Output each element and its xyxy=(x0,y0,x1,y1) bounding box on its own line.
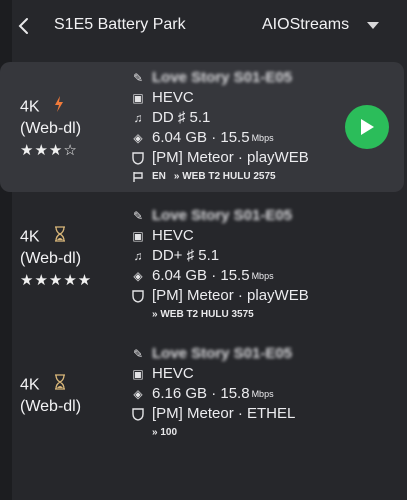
provider: [PM] Meteor · playWEB xyxy=(152,287,309,304)
chevron-down-icon[interactable] xyxy=(366,20,380,32)
shield-icon xyxy=(130,151,146,165)
stream-details: ✎ Love Story S01-E05 ▣ HEVC ♫ DD ♯ 5.1 ◈… xyxy=(130,68,340,186)
header: S1E5 Battery Park AIOStreams xyxy=(0,0,407,56)
codec: HEVC xyxy=(152,89,194,106)
stream-item[interactable]: 4K (Web-dl) ✎ Love Story S01-E05 ▣ HEVC … xyxy=(0,338,404,448)
stream-details: ✎ Love Story S01-E05 ▣ HEVC ◈ 6.16 GB · … xyxy=(130,344,340,442)
audio: DD ♯ 5.1 xyxy=(152,109,211,126)
filename: Love Story S01-E05 xyxy=(152,207,293,224)
chevron-left-icon xyxy=(18,18,28,34)
music-icon: ♫ xyxy=(133,111,143,125)
provider: [PM] Meteor · playWEB xyxy=(152,149,309,166)
size-icon: ◈ xyxy=(133,269,143,283)
rating-stars: ★★★☆ xyxy=(20,142,78,159)
hourglass-icon xyxy=(54,226,66,249)
audio: DD+ ♯ 5.1 xyxy=(152,247,220,264)
play-icon xyxy=(361,119,374,135)
stream-quality: 4K (Web-dl) xyxy=(20,374,110,418)
pencil-icon: ✎ xyxy=(132,71,144,85)
filename: Love Story S01-E05 xyxy=(152,69,293,86)
stream-item[interactable]: 4K (Web-dl) ★★★☆ ✎ Love Story S01-E05 ▣ … xyxy=(0,62,404,192)
size-icon: ◈ xyxy=(133,387,143,401)
resolution-label: 4K xyxy=(20,376,40,394)
language-tag: EN xyxy=(152,171,166,182)
bitrate-unit: Mbps xyxy=(251,271,274,281)
release-tags: » WEB T2 HULU 3575 xyxy=(152,309,254,320)
provider: [PM] Meteor · ETHEL xyxy=(152,405,296,422)
resolution-label: 4K xyxy=(20,98,40,116)
codec: HEVC xyxy=(152,227,194,244)
size-bitrate: 6.16 GB · 15.8 xyxy=(152,385,250,402)
film-icon: ▣ xyxy=(132,367,144,381)
source-label: (Web-dl) xyxy=(20,250,82,267)
size-bitrate: 6.04 GB · 15.5 xyxy=(152,267,250,284)
stream-quality: 4K (Web-dl) ★★★★★ xyxy=(20,226,110,292)
film-icon: ▣ xyxy=(132,229,144,243)
film-icon: ▣ xyxy=(132,91,144,105)
rating-stars: ★★★★★ xyxy=(20,272,93,289)
stream-quality: 4K (Web-dl) ★★★☆ xyxy=(20,96,110,162)
pencil-icon: ✎ xyxy=(132,347,144,361)
source-label: (Web-dl) xyxy=(20,120,82,137)
addon-selector[interactable]: AIOStreams xyxy=(262,16,349,34)
hourglass-icon xyxy=(54,374,66,397)
release-tags: » 100 xyxy=(152,427,178,438)
size-bitrate: 6.04 GB · 15.5 xyxy=(152,129,250,146)
bitrate-unit: Mbps xyxy=(251,133,274,143)
back-button[interactable] xyxy=(14,12,38,40)
pencil-icon: ✎ xyxy=(132,209,144,223)
shield-icon xyxy=(130,407,146,421)
play-button[interactable] xyxy=(345,105,389,149)
page-title: S1E5 Battery Park xyxy=(54,16,186,33)
stream-item[interactable]: 4K (Web-dl) ★★★★★ ✎ Love Story S01-E05 ▣… xyxy=(0,200,404,330)
filename: Love Story S01-E05 xyxy=(152,345,293,362)
codec: HEVC xyxy=(152,365,194,382)
size-icon: ◈ xyxy=(133,131,143,145)
music-icon: ♫ xyxy=(133,249,143,263)
flag-icon xyxy=(130,171,146,183)
shield-icon xyxy=(130,289,146,303)
lightning-icon xyxy=(54,96,64,119)
stream-details: ✎ Love Story S01-E05 ▣ HEVC ♫ DD+ ♯ 5.1 … xyxy=(130,206,340,324)
bitrate-unit: Mbps xyxy=(251,389,274,399)
resolution-label: 4K xyxy=(20,228,40,246)
source-label: (Web-dl) xyxy=(20,398,82,415)
release-tags: » WEB T2 HULU 2575 xyxy=(173,171,276,182)
